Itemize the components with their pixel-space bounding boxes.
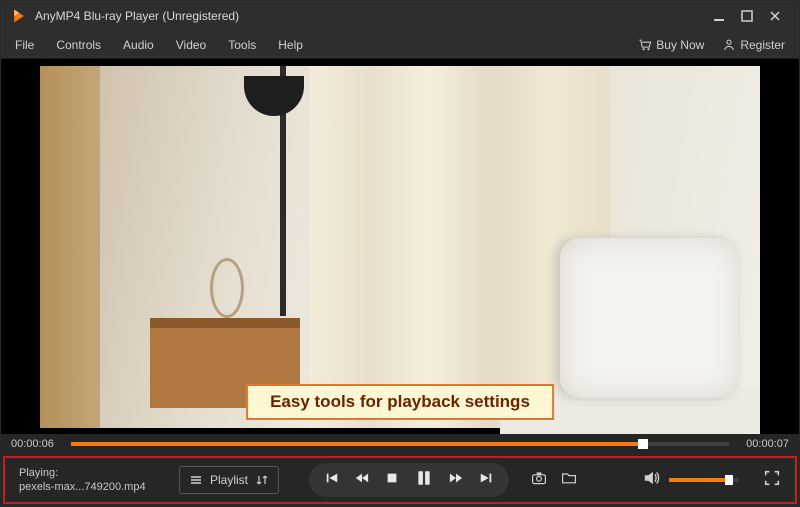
now-playing: Playing: pexels-max...749200.mp4 — [19, 466, 149, 494]
menu-help[interactable]: Help — [278, 38, 303, 52]
playlist-label: Playlist — [210, 473, 248, 487]
list-icon — [190, 474, 202, 486]
menu-video[interactable]: Video — [176, 38, 206, 52]
menu-audio[interactable]: Audio — [123, 38, 154, 52]
titlebar: AnyMP4 Blu-ray Player (Unregistered) — [1, 1, 799, 31]
transport-cluster — [309, 463, 509, 497]
menu-tools[interactable]: Tools — [228, 38, 256, 52]
volume-icon[interactable] — [643, 469, 661, 492]
snapshot-button[interactable] — [531, 470, 547, 491]
volume-slider[interactable] — [669, 478, 739, 482]
now-playing-file: pexels-max...749200.mp4 — [19, 480, 149, 494]
sort-icon — [256, 474, 268, 486]
app-logo-icon — [11, 8, 27, 24]
buy-now-button[interactable]: Buy Now — [638, 38, 704, 52]
volume-control — [643, 469, 739, 492]
seek-fill — [71, 442, 643, 446]
forward-button[interactable] — [449, 471, 463, 490]
menu-controls[interactable]: Controls — [56, 38, 101, 52]
time-total: 00:00:07 — [735, 438, 789, 450]
video-viewport[interactable]: Easy tools for playback settings — [1, 59, 799, 434]
app-window: AnyMP4 Blu-ray Player (Unregistered) Fil… — [0, 0, 800, 507]
next-button[interactable] — [479, 471, 493, 490]
now-playing-label: Playing: — [19, 466, 149, 480]
playback-controls: Playing: pexels-max...749200.mp4 Playlis… — [3, 456, 797, 504]
buy-now-label: Buy Now — [656, 38, 704, 52]
open-folder-button[interactable] — [561, 470, 577, 491]
previous-button[interactable] — [325, 471, 339, 490]
stop-button[interactable] — [385, 471, 399, 490]
close-button[interactable] — [761, 2, 789, 30]
register-label: Register — [740, 38, 785, 52]
progress-row: 00:00:06 00:00:07 — [1, 434, 799, 454]
pause-button[interactable] — [415, 469, 433, 492]
menubar: File Controls Audio Video Tools Help Buy… — [1, 31, 799, 59]
volume-fill — [669, 478, 729, 482]
minimize-button[interactable] — [705, 2, 733, 30]
time-current: 00:00:06 — [11, 438, 65, 450]
maximize-button[interactable] — [733, 2, 761, 30]
video-frame — [40, 66, 760, 428]
seek-bar[interactable] — [71, 442, 729, 446]
menu-file[interactable]: File — [15, 38, 34, 52]
rewind-button[interactable] — [355, 471, 369, 490]
fullscreen-button[interactable] — [763, 469, 781, 492]
register-button[interactable]: Register — [722, 38, 785, 52]
seek-thumb[interactable] — [638, 439, 648, 449]
volume-thumb[interactable] — [725, 475, 733, 485]
window-title: AnyMP4 Blu-ray Player (Unregistered) — [35, 9, 705, 23]
playlist-button[interactable]: Playlist — [179, 466, 279, 494]
annotation-callout: Easy tools for playback settings — [246, 384, 554, 420]
capture-group — [531, 470, 577, 491]
